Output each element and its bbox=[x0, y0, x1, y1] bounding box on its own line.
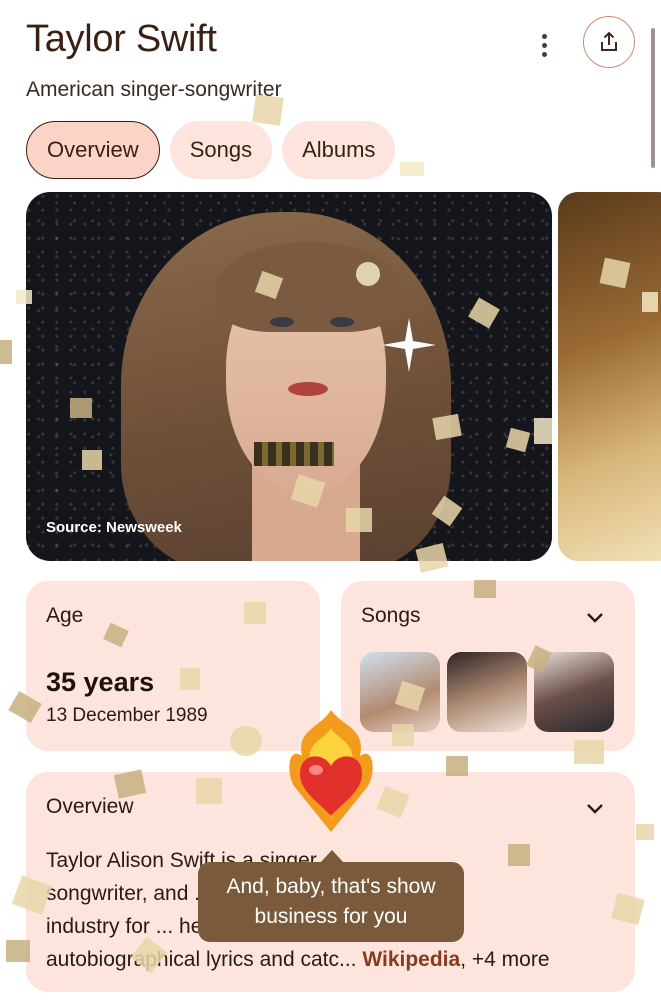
knowledge-panel: Taylor Swift American singer-songwriter … bbox=[0, 0, 661, 1000]
wikipedia-link[interactable]: Wikipedia bbox=[362, 948, 460, 971]
more-options-button[interactable] bbox=[530, 30, 558, 60]
chevron-down-icon[interactable] bbox=[584, 797, 606, 819]
birth-date: 13 December 1989 bbox=[46, 705, 208, 726]
tab-albums[interactable]: Albums bbox=[282, 121, 396, 179]
age-card-title: Age bbox=[46, 604, 84, 627]
lyric-tooltip: And, baby, that's show business for you bbox=[198, 862, 464, 942]
more-vert-icon bbox=[541, 33, 547, 39]
share-icon bbox=[601, 31, 617, 51]
heart-on-fire-icon bbox=[289, 710, 373, 832]
tab-songs[interactable]: Songs bbox=[169, 121, 273, 179]
chevron-down-icon[interactable] bbox=[584, 606, 606, 628]
more-sources-link[interactable]: , +4 more bbox=[460, 948, 549, 971]
image-source-caption[interactable]: Source: Newsweek bbox=[46, 519, 182, 536]
tab-bar: Overview Songs Albums bbox=[26, 121, 396, 179]
secondary-image[interactable] bbox=[558, 192, 661, 561]
songs-card-title: Songs bbox=[361, 604, 421, 627]
song-thumbnail[interactable] bbox=[447, 652, 527, 732]
tab-overview[interactable]: Overview bbox=[26, 121, 160, 179]
scrollbar[interactable] bbox=[651, 28, 655, 168]
sparkle-icon bbox=[382, 318, 436, 372]
page-subtitle: American singer-songwriter bbox=[26, 78, 282, 101]
age-value: 35 years bbox=[46, 667, 155, 697]
page-title: Taylor Swift bbox=[26, 18, 217, 60]
overview-card-title: Overview bbox=[46, 795, 134, 818]
hero-image[interactable]: Source: Newsweek bbox=[26, 192, 552, 561]
song-thumbnail[interactable] bbox=[534, 652, 614, 732]
share-button[interactable] bbox=[583, 16, 635, 68]
